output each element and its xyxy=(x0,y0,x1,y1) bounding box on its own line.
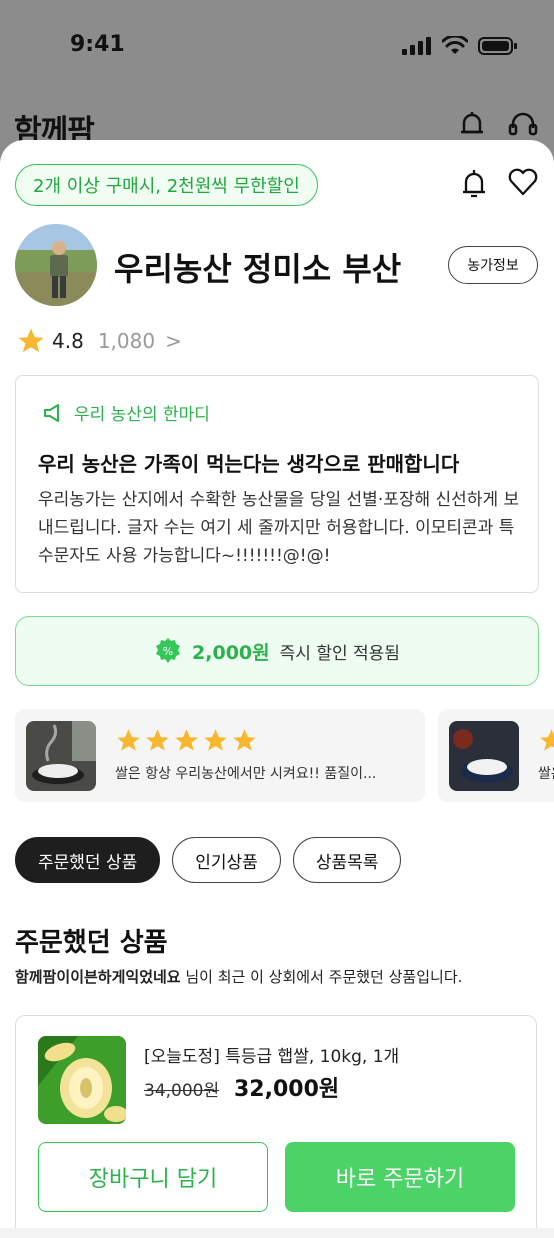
product-image xyxy=(38,1036,126,1124)
product-card[interactable]: [오늘도정] 특등급 햅쌀, 10kg, 1개 34,000원 32,000원 … xyxy=(15,1015,537,1238)
megaphone-icon xyxy=(44,403,59,422)
shop-sheet: 2개 이상 구매시, 2천원씩 무한할인 우리농산 정미소 부산 농가정보 4.… xyxy=(0,140,554,1238)
status-time: 9:41 xyxy=(70,32,125,57)
shop-actions xyxy=(460,168,538,200)
bell-icon[interactable] xyxy=(458,110,486,140)
user-nickname: 함께팜이이븐하게익었네요 xyxy=(15,968,181,986)
star-icon xyxy=(204,729,227,751)
bottom-divider xyxy=(0,1228,554,1238)
tab-product-list[interactable]: 상품목록 xyxy=(292,837,402,883)
product-tabs: 주문했던 상품 인기상품 상품목록 xyxy=(15,837,402,883)
signal-icon xyxy=(402,37,431,55)
add-to-cart-button[interactable]: 장바구니 담기 xyxy=(38,1142,268,1212)
product-name: [오늘도정] 특등급 햅쌀, 10kg, 1개 xyxy=(144,1047,400,1067)
discount-banner: % 2,000원 즉시 할인 적용됨 xyxy=(15,616,539,686)
star-icon xyxy=(175,729,198,751)
sale-price: 32,000원 xyxy=(234,1077,340,1102)
review-stars xyxy=(115,727,258,754)
heart-icon[interactable] xyxy=(508,168,538,196)
farmer-avatar xyxy=(15,224,97,306)
section-subtitle: 함께팜이이븐하게익었네요 님이 최근 이 상회에서 주문했던 상품입니다. xyxy=(15,966,462,987)
review-text: 쌀은 항상 우리농산에서만 시켜요!! 품질이... xyxy=(115,766,377,782)
buy-now-button[interactable]: 바로 주문하기 xyxy=(285,1142,515,1212)
notice-body: 우리농가는 산지에서 수확한 농산물을 당일 선별·포장해 신선하게 보내드립니… xyxy=(38,490,520,566)
original-price: 34,000원 xyxy=(144,1081,220,1101)
promo-pill[interactable]: 2개 이상 구매시, 2천원씩 무한할인 xyxy=(15,164,318,206)
wifi-icon xyxy=(442,36,468,54)
notify-bell-icon[interactable] xyxy=(460,168,488,200)
tab-ordered[interactable]: 주문했던 상품 xyxy=(15,837,161,883)
review-text: 쌀은 xyxy=(538,766,554,782)
review-carousel[interactable]: 쌀은 항상 우리농산에서만 시켜요!! 품질이... 쌀은 xyxy=(15,709,554,802)
farm-info-button[interactable]: 농가정보 xyxy=(448,246,538,284)
star-icon xyxy=(18,328,44,353)
discount-amount: 2,000원 xyxy=(192,641,270,664)
notice-heading: 우리 농산의 한마디 xyxy=(74,405,210,425)
review-card[interactable]: 쌀은 xyxy=(438,709,554,802)
subtitle-text: 님이 최근 이 상회에서 주문했던 상품입니다. xyxy=(180,968,463,986)
star-icon xyxy=(233,729,256,751)
star-icon xyxy=(540,729,554,751)
rating-row[interactable]: 4.8 1,080 > xyxy=(16,326,182,356)
percent-badge-icon: % xyxy=(156,638,181,663)
section-title: 주문했던 상품 xyxy=(15,928,168,958)
star-icon xyxy=(146,729,169,751)
review-count: 1,080 xyxy=(97,329,156,353)
review-card[interactable]: 쌀은 항상 우리농산에서만 시켜요!! 품질이... xyxy=(15,709,425,802)
tab-popular[interactable]: 인기상품 xyxy=(172,837,281,883)
discount-label: 즉시 할인 적용됨 xyxy=(279,643,400,664)
shop-name: 우리농산 정미소 부산 xyxy=(114,250,402,288)
status-icons xyxy=(402,36,518,56)
notice-title: 우리 농산은 가족이 먹는다는 생각으로 판매합니다 xyxy=(38,452,460,476)
svg-text:%: % xyxy=(163,645,173,658)
chevron-right-icon: > xyxy=(165,329,182,353)
shop-notice-card: 우리 농산의 한마디 우리 농산은 가족이 먹는다는 생각으로 판매합니다 우리… xyxy=(15,375,539,593)
battery-icon xyxy=(478,37,517,55)
headset-icon[interactable] xyxy=(508,110,538,140)
review-stars xyxy=(538,727,554,754)
review-photo xyxy=(26,721,96,791)
review-photo xyxy=(449,721,519,791)
rating-score: 4.8 xyxy=(52,329,84,353)
status-bar: 9:41 xyxy=(0,0,554,100)
star-icon xyxy=(117,729,140,751)
